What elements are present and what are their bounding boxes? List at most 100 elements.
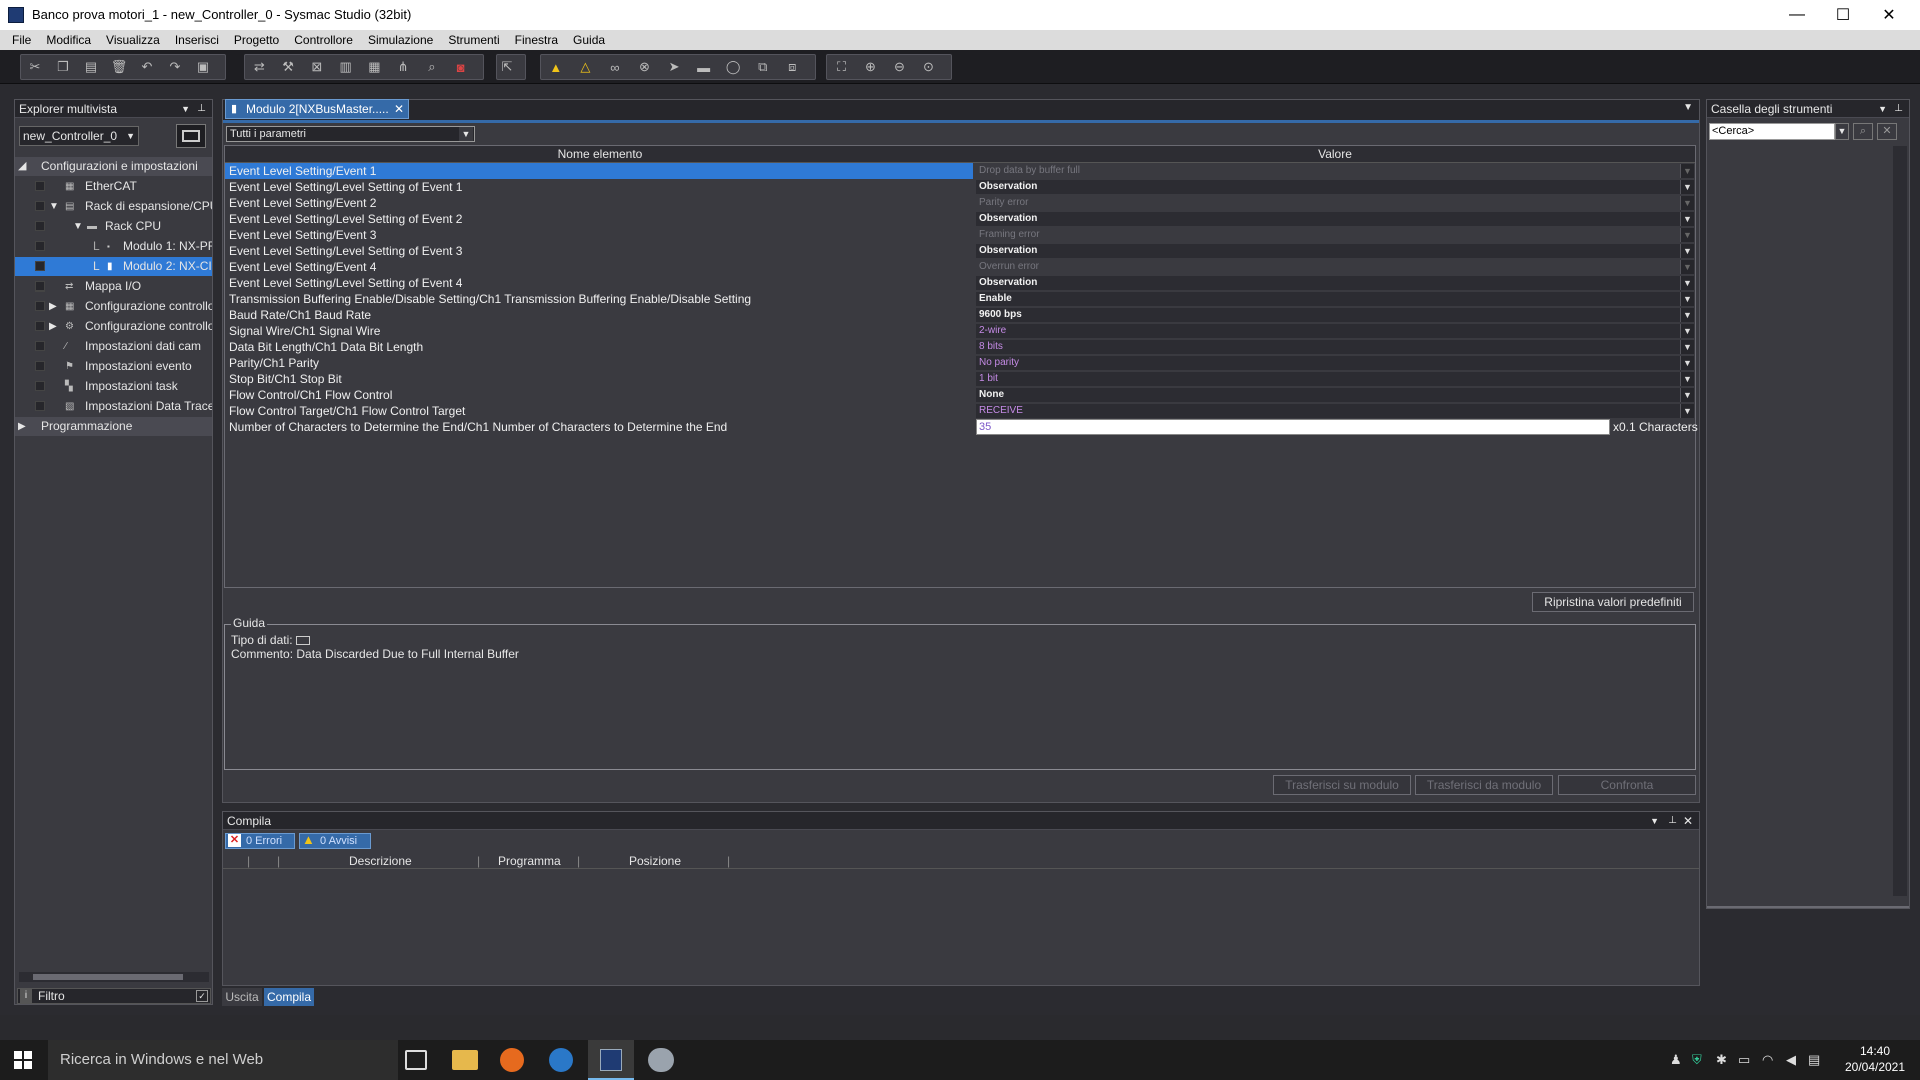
- parameter-row[interactable]: Event Level Setting/Level Setting of Eve…: [225, 275, 1695, 291]
- compare-icon[interactable]: ⧈: [782, 56, 804, 78]
- tree-item-modulo-1[interactable]: L ▪ Modulo 1: NX-PF: [15, 237, 212, 256]
- parameter-row[interactable]: Event Level Setting/Event 2 Parity error ▼: [225, 195, 1695, 211]
- parameter-value-select[interactable]: 2-wire ▼: [976, 324, 1694, 338]
- close-icon[interactable]: ✕: [1683, 812, 1693, 830]
- panel-menu-icon[interactable]: ▼: [1878, 100, 1887, 118]
- paint-app-icon[interactable]: [648, 1048, 674, 1072]
- transfer-to-module-button[interactable]: Trasferisci su modulo: [1273, 775, 1411, 795]
- copy-icon[interactable]: ❐: [53, 56, 73, 78]
- parameter-value-select[interactable]: Observation ▼: [976, 244, 1694, 258]
- tree-item-mappa-io[interactable]: ⇄ Mappa I/O: [15, 277, 212, 296]
- bluetooth-icon[interactable]: ✱: [1716, 1052, 1727, 1068]
- column-header-value[interactable]: Valore: [975, 146, 1695, 163]
- tab-list-icon[interactable]: ▼: [1683, 102, 1693, 113]
- wifi-icon[interactable]: ◠: [1762, 1052, 1773, 1068]
- parameter-row[interactable]: Event Level Setting/Event 4 Overrun error…: [225, 259, 1695, 275]
- parameter-value-select[interactable]: Observation ▼: [976, 212, 1694, 226]
- build-icon[interactable]: ▣: [193, 56, 213, 78]
- table-icon[interactable]: ▦: [364, 56, 385, 78]
- cut-icon[interactable]: ✂: [25, 56, 45, 78]
- parameter-row[interactable]: Event Level Setting/Event 3 Framing error…: [225, 227, 1695, 243]
- tree-icon[interactable]: ⋔: [393, 56, 414, 78]
- scrollbar-thumb[interactable]: [33, 974, 183, 980]
- parameter-row[interactable]: Transmission Buffering Enable/Disable Se…: [225, 291, 1695, 307]
- warning2-icon[interactable]: △: [575, 56, 597, 78]
- menu-strumenti[interactable]: Strumenti: [448, 33, 499, 47]
- chevron-down-icon[interactable]: ▼: [1835, 123, 1849, 140]
- column-header-programma[interactable]: Programma: [498, 853, 561, 869]
- warnings-filter-button[interactable]: ▲ 0 Avvisi: [299, 833, 371, 849]
- explorer-menu-icon[interactable]: ▼: [181, 100, 190, 118]
- window-icon[interactable]: ⧉: [752, 56, 774, 78]
- cross-ref-icon[interactable]: ⊠: [307, 56, 328, 78]
- tree-item-data-trace[interactable]: ▧ Impostazioni Data Trace: [15, 397, 212, 416]
- warning-icon[interactable]: ▲: [545, 56, 567, 78]
- parameter-value-select[interactable]: 1 bit ▼: [976, 372, 1694, 386]
- parameter-value-select[interactable]: Observation ▼: [976, 180, 1694, 194]
- close-icon[interactable]: ✕: [394, 100, 404, 118]
- chevron-down-icon[interactable]: ▼: [1680, 388, 1694, 402]
- step-icon[interactable]: ➤: [663, 56, 685, 78]
- chevron-down-icon[interactable]: ▼: [1680, 212, 1694, 226]
- menu-progetto[interactable]: Progetto: [234, 33, 279, 47]
- zoom-reset-icon[interactable]: ⊙: [918, 56, 939, 78]
- sysmac-studio-taskbar-button[interactable]: [588, 1040, 634, 1080]
- expand-icon[interactable]: ◢: [18, 157, 26, 176]
- tree-item-config-controllo-1[interactable]: ▶ ▦ Configurazione controllo: [15, 297, 212, 316]
- paste-icon[interactable]: ▤: [81, 56, 101, 78]
- parameter-value-select[interactable]: None ▼: [976, 388, 1694, 402]
- security-icon[interactable]: ⛨: [1692, 1052, 1702, 1068]
- filter-toggle-icon[interactable]: ✓: [196, 990, 208, 1002]
- errors-filter-button[interactable]: ✕ 0 Errori: [225, 833, 295, 849]
- expand-icon[interactable]: ▶: [18, 417, 26, 436]
- parameter-row[interactable]: Signal Wire/Ch1 Signal Wire 2-wire ▼: [225, 323, 1695, 339]
- panel-menu-icon[interactable]: ▼: [1650, 812, 1659, 830]
- parameter-row[interactable]: Flow Control Target/Ch1 Flow Control Tar…: [225, 403, 1695, 419]
- parameter-row[interactable]: Stop Bit/Ch1 Stop Bit 1 bit ▼: [225, 371, 1695, 387]
- maximize-button[interactable]: ☐: [1820, 0, 1866, 30]
- io-icon[interactable]: ▥: [335, 56, 356, 78]
- menu-simulazione[interactable]: Simulazione: [368, 33, 433, 47]
- chevron-down-icon[interactable]: ▼: [1680, 244, 1694, 258]
- parameter-row[interactable]: Baud Rate/Ch1 Baud Rate 9600 bps ▼: [225, 307, 1695, 323]
- tree-item-ethercat[interactable]: ▦ EtherCAT: [15, 177, 212, 196]
- expand-icon[interactable]: ▼: [49, 197, 59, 216]
- battery-icon[interactable]: ▭: [1738, 1052, 1750, 1068]
- chevron-down-icon[interactable]: ▼: [1680, 276, 1694, 290]
- controller-view-button[interactable]: [176, 124, 206, 148]
- stop-icon[interactable]: ◙: [450, 56, 471, 78]
- people-icon[interactable]: ♟: [1670, 1052, 1682, 1068]
- toolbox-scrollbar[interactable]: [1893, 146, 1907, 896]
- clear-icon[interactable]: ✕: [1877, 123, 1897, 140]
- transfer-icon[interactable]: ⇄: [249, 56, 270, 78]
- parameter-row[interactable]: Event Level Setting/Level Setting of Eve…: [225, 179, 1695, 195]
- parameter-row[interactable]: Event Level Setting/Level Setting of Eve…: [225, 211, 1695, 227]
- tree-item-evento[interactable]: ⚑ Impostazioni evento: [15, 357, 212, 376]
- tree-item-rack-espansione[interactable]: ▼ ▤ Rack di espansione/CPU: [15, 197, 212, 216]
- minimize-button[interactable]: —: [1774, 0, 1820, 30]
- volume-icon[interactable]: ◀: [1786, 1052, 1796, 1068]
- redo-icon[interactable]: ↷: [165, 56, 185, 78]
- chevron-down-icon[interactable]: ▼: [1680, 404, 1694, 418]
- parameter-row[interactable]: Event Level Setting/Level Setting of Eve…: [225, 243, 1695, 259]
- controller-select[interactable]: new_Controller_0 ▼: [19, 126, 139, 146]
- chevron-down-icon[interactable]: ▼: [1680, 292, 1694, 306]
- end-chars-input[interactable]: 35: [976, 419, 1610, 435]
- expand-icon[interactable]: ▶: [49, 317, 57, 336]
- fit-icon[interactable]: ⛶: [831, 56, 852, 78]
- menu-guida[interactable]: Guida: [573, 33, 605, 47]
- toolbox-search-input[interactable]: <Cerca>: [1709, 123, 1835, 140]
- search-icon[interactable]: ⌕: [1853, 123, 1873, 140]
- menu-finestra[interactable]: Finestra: [515, 33, 558, 47]
- tab-compila[interactable]: Compila: [264, 988, 314, 1006]
- pause-icon[interactable]: ▬: [693, 56, 715, 78]
- column-header-name[interactable]: Nome elemento: [225, 146, 975, 163]
- parameter-value-select[interactable]: RECEIVE ▼: [976, 404, 1694, 418]
- chevron-down-icon[interactable]: ▼: [1680, 308, 1694, 322]
- glasses-icon[interactable]: ∞: [604, 56, 626, 78]
- parameter-value-select[interactable]: Enable ▼: [976, 292, 1694, 306]
- delete-icon[interactable]: 🗑: [109, 56, 129, 78]
- column-header-posizione[interactable]: Posizione: [629, 853, 681, 869]
- tree-item-modulo-2[interactable]: L ▮ Modulo 2: NX-CI: [15, 257, 212, 276]
- parameter-value-select[interactable]: Observation ▼: [976, 276, 1694, 290]
